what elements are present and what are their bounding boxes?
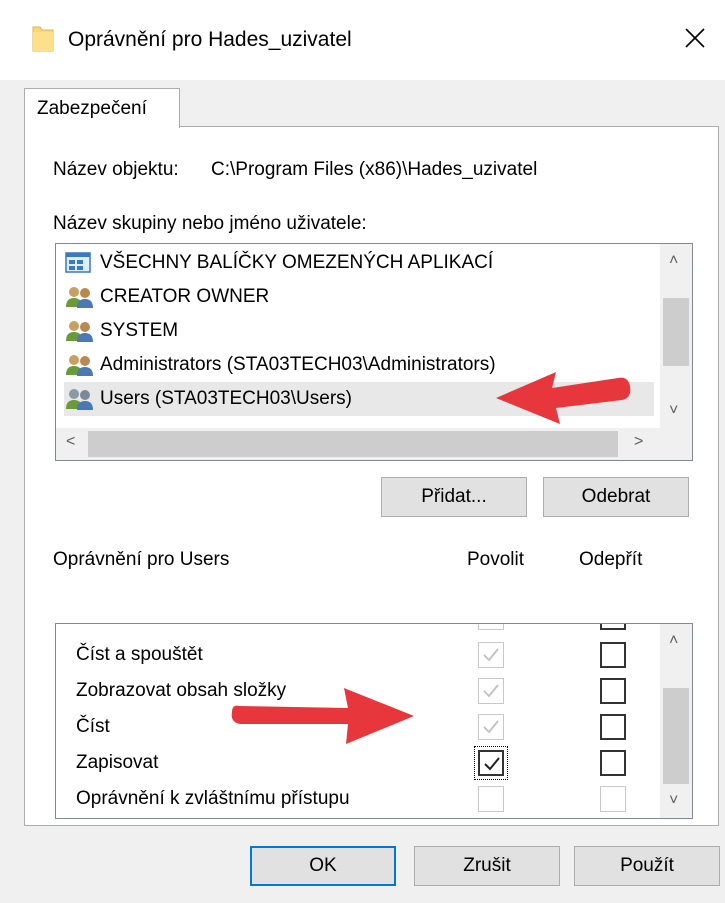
list-item[interactable]: Administrators (STA03TECH03\Administrato… [64, 348, 496, 382]
deny-checkbox[interactable] [600, 714, 626, 740]
permission-row: Číst a spouštět [56, 638, 656, 674]
group-name: Administrators (STA03TECH03\Administrato… [100, 354, 496, 375]
close-button[interactable] [665, 8, 725, 68]
annotation-arrow-icon [496, 372, 631, 424]
deny-header: Odepřít [579, 549, 643, 570]
list-item[interactable]: SYSTEM [64, 314, 178, 348]
close-icon [685, 28, 705, 48]
scroll-thumb[interactable] [663, 298, 689, 366]
group-list-label: Název skupiny nebo jméno uživatele: [53, 213, 367, 234]
object-name-value: C:\Program Files (x86)\Hades_uzivatel [211, 159, 538, 180]
tab-security-label: Zabezpečení [37, 98, 147, 119]
permissions-label: Oprávnění pro Users [53, 549, 230, 570]
group-name: Users (STA03TECH03\Users) [100, 388, 352, 409]
deny-checkbox[interactable] [600, 642, 626, 668]
group-name: VŠECHNY BALÍČKY OMEZENÝCH APLIKACÍ [100, 252, 494, 273]
allow-checkbox [478, 642, 504, 668]
users-group-icon [66, 321, 93, 342]
group-name: SYSTEM [100, 320, 179, 341]
scroll-left-icon[interactable]: ˂ [66, 433, 75, 451]
allow-checkbox [478, 786, 504, 812]
cancel-button[interactable]: Zrušit [414, 846, 560, 886]
ok-button[interactable]: OK [250, 846, 396, 886]
scroll-up-icon[interactable]: ˄ [669, 632, 678, 650]
dialog-body: Zabezpečení Název objektu: C:\Program Fi… [0, 80, 725, 903]
remove-button[interactable]: Odebrat [543, 477, 689, 517]
group-list-vertical-scrollbar[interactable]: ˄ ˅ [660, 244, 692, 428]
allow-checkbox [478, 624, 504, 630]
folder-icon [32, 26, 54, 52]
title-bar: Oprávnění pro Hades_uzivatel [0, 0, 725, 80]
allow-header: Povolit [467, 549, 525, 570]
deny-checkbox[interactable] [600, 678, 626, 704]
deny-checkbox[interactable] [600, 624, 626, 630]
users-group-icon [66, 355, 93, 376]
deny-checkbox[interactable] [600, 750, 626, 776]
permission-row: Zapisovat [56, 746, 656, 782]
scroll-right-icon[interactable]: ˃ [634, 433, 643, 451]
permission-name: Zapisovat [76, 752, 159, 773]
permission-row: Oprávnění k zvláštnímu přístupu [56, 782, 656, 818]
checkmark-icon [483, 648, 499, 662]
allow-checkbox [478, 714, 504, 740]
group-user-list[interactable]: VŠECHNY BALÍČKY OMEZENÝCH APLIKACÍ CREAT… [55, 243, 693, 461]
permission-name: Číst a spouštět [76, 644, 203, 665]
group-list-horizontal-scrollbar[interactable]: ˂ ˃ [56, 428, 692, 460]
checkmark-icon [483, 684, 499, 698]
list-item[interactable]: VŠECHNY BALÍČKY OMEZENÝCH APLIKACÍ [64, 246, 493, 280]
apply-button[interactable]: Použít [574, 846, 720, 886]
scroll-up-icon[interactable]: ˄ [669, 252, 678, 270]
object-name-label: Název objektu: [53, 159, 179, 180]
checkmark-icon [483, 720, 499, 734]
group-name: CREATOR OWNER [100, 286, 270, 307]
permission-name: Oprávnění k zvláštnímu přístupu [76, 788, 350, 809]
permission-name: Číst [76, 716, 110, 737]
app-package-icon [65, 252, 91, 273]
scroll-down-icon[interactable]: ˅ [669, 402, 678, 420]
allow-checkbox [478, 678, 504, 704]
deny-checkbox [600, 786, 626, 812]
list-item[interactable]: CREATOR OWNER [64, 280, 269, 314]
checkmark-icon [484, 757, 500, 771]
permission-list-scrollbar[interactable]: ˄ ˅ [660, 624, 692, 818]
window-title: Oprávnění pro Hades_uzivatel [68, 28, 352, 51]
users-group-icon [66, 389, 93, 410]
users-group-icon [66, 287, 93, 308]
scroll-thumb[interactable] [88, 431, 618, 457]
scroll-down-icon[interactable]: ˅ [669, 792, 678, 810]
allow-checkbox[interactable] [474, 746, 508, 780]
tab-security[interactable]: Zabezpečení [24, 88, 180, 128]
annotation-arrow-icon [231, 688, 414, 744]
scroll-thumb[interactable] [663, 688, 689, 784]
add-button[interactable]: Přidat... [381, 477, 527, 517]
